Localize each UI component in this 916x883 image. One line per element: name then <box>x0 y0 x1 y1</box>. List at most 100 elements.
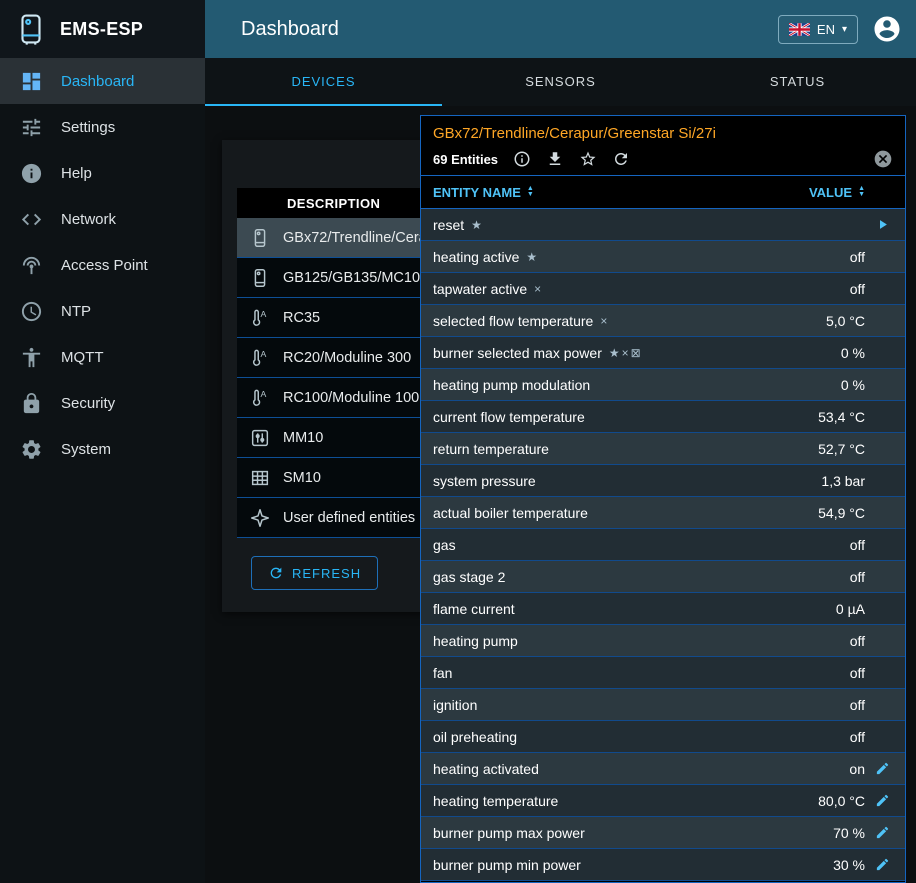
sidebar-item-label: Dashboard <box>61 73 134 90</box>
sidebar-item-network[interactable]: Network <box>0 196 205 242</box>
entity-row-return-temperature[interactable]: return temperature 52,7 °C <box>421 433 905 465</box>
device-name: MM10 <box>283 430 323 446</box>
entity-row-tapwater-active[interactable]: tapwater active×off <box>421 273 905 305</box>
device-name: RC35 <box>283 310 320 326</box>
svg-text:A: A <box>260 349 266 359</box>
edit-icon[interactable] <box>865 761 899 776</box>
entity-row-ignition[interactable]: ignitionoff <box>421 689 905 721</box>
sidebar-item-label: Network <box>61 211 116 228</box>
device-name: RC100/Moduline 100 <box>283 390 419 406</box>
edit-icon[interactable] <box>865 793 899 808</box>
access-point-icon <box>20 254 43 277</box>
tab-label: DEVICES <box>291 74 355 89</box>
entity-row-flame-current[interactable]: flame current0 µA <box>421 593 905 625</box>
entity-value: 80,0 °C <box>818 793 865 809</box>
entity-row-current-flow-temperature[interactable]: current flow temperature53,4 °C <box>421 401 905 433</box>
star-icon[interactable] <box>579 150 597 168</box>
entity-rows: reset★heating active★offtapwater active×… <box>421 209 905 882</box>
sort-entity-name[interactable]: ▲▼ <box>527 186 534 198</box>
sidebar-item-dashboard[interactable]: Dashboard <box>0 58 205 104</box>
device-name: User defined entities <box>283 510 415 526</box>
refresh-button[interactable]: REFRESH <box>251 556 378 590</box>
tune-icon <box>20 116 43 139</box>
entity-value: 54,9 °C <box>818 505 865 521</box>
download-icon[interactable] <box>546 150 564 168</box>
entity-name: gas stage 2 <box>433 569 505 585</box>
sidebar-item-mqtt[interactable]: MQTT <box>0 334 205 380</box>
entity-name: heating active <box>433 249 519 265</box>
entity-value: off <box>850 729 865 745</box>
lock-icon <box>20 392 43 415</box>
account-icon[interactable] <box>872 14 902 44</box>
device-name: GBx72/Trendline/Cera <box>283 230 427 246</box>
entity-row-burner-pump-max-power[interactable]: burner pump max power 70 % <box>421 817 905 849</box>
entity-name: return temperature <box>433 441 549 457</box>
entity-row-selected-flow-temperature[interactable]: selected flow temperature×5,0 °C <box>421 305 905 337</box>
entity-row-heating-active[interactable]: heating active★off <box>421 241 905 273</box>
entity-value: off <box>850 633 865 649</box>
tab-sensors[interactable]: SENSORS <box>442 58 679 106</box>
info-icon <box>20 162 43 185</box>
entity-value: 30 % <box>833 857 865 873</box>
entity-name: burner selected max power <box>433 345 602 361</box>
entity-value: 70 % <box>833 825 865 841</box>
entity-value: 52,7 °C <box>818 441 865 457</box>
entity-flag-icons: × <box>534 282 543 296</box>
refresh-entities-icon[interactable] <box>612 150 630 168</box>
entity-name: heating temperature <box>433 793 558 809</box>
entity-row-heating-pump-modulation[interactable]: heating pump modulation0 % <box>421 369 905 401</box>
sidebar: EMS-ESP DashboardSettingsHelpNetworkAcce… <box>0 0 205 883</box>
device-name: RC20/Moduline 300 <box>283 350 411 366</box>
sidebar-item-system[interactable]: System <box>0 426 205 472</box>
sidebar-item-security[interactable]: Security <box>0 380 205 426</box>
entity-value: off <box>850 537 865 553</box>
entity-value: off <box>850 249 865 265</box>
entities-count: 69 Entities <box>433 152 498 167</box>
sidebar-item-help[interactable]: Help <box>0 150 205 196</box>
sidebar-item-label: Settings <box>61 119 115 136</box>
entity-name: gas <box>433 537 456 553</box>
entity-name: heating pump modulation <box>433 377 590 393</box>
entity-row-system-pressure[interactable]: system pressure1,3 bar <box>421 465 905 497</box>
mqtt-icon <box>20 346 43 369</box>
boiler-logo-icon <box>14 12 48 46</box>
sidebar-item-label: Help <box>61 165 92 182</box>
sidebar-item-access-point[interactable]: Access Point <box>0 242 205 288</box>
entity-row-burner-pump-min-power[interactable]: burner pump min power30 % <box>421 849 905 881</box>
sidebar-item-settings[interactable]: Settings <box>0 104 205 150</box>
entity-row-reset[interactable]: reset★ <box>421 209 905 241</box>
edit-icon[interactable] <box>865 825 899 840</box>
tab-devices[interactable]: DEVICES <box>205 58 442 106</box>
close-icon[interactable] <box>873 149 893 169</box>
entity-row-fan[interactable]: fanoff <box>421 657 905 689</box>
custom-icon <box>237 507 283 529</box>
entity-name: burner pump max power <box>433 825 585 841</box>
language-label: EN <box>817 22 835 37</box>
sidebar-item-label: NTP <box>61 303 91 320</box>
entity-name: oil preheating <box>433 729 517 745</box>
entity-value: 1,3 bar <box>821 473 865 489</box>
page-title: Dashboard <box>241 18 778 41</box>
language-selector[interactable]: EN ▾ <box>778 15 858 44</box>
entity-row-burner-selected-max-power[interactable]: burner selected max power★×⊠0 % <box>421 337 905 369</box>
entity-row-gas[interactable]: gas off <box>421 529 905 561</box>
header: Dashboard EN ▾ <box>205 0 916 58</box>
edit-icon[interactable] <box>865 857 899 872</box>
entity-row-heating-temperature[interactable]: heating temperature 80,0 °C <box>421 785 905 817</box>
entity-row-gas-stage-2[interactable]: gas stage 2off <box>421 561 905 593</box>
entity-row-heating-activated[interactable]: heating activatedon <box>421 753 905 785</box>
device-name: GB125/GB135/MC10 <box>283 270 420 286</box>
tab-status[interactable]: STATUS <box>679 58 916 106</box>
info-icon[interactable] <box>513 150 531 168</box>
entity-value: off <box>850 697 865 713</box>
entity-row-oil-preheating[interactable]: oil preheating off <box>421 721 905 753</box>
play-icon[interactable] <box>865 217 899 232</box>
sort-value[interactable]: ▲▼ <box>858 186 865 198</box>
entity-name: actual boiler temperature <box>433 505 588 521</box>
sidebar-item-ntp[interactable]: NTP <box>0 288 205 334</box>
entity-name: current flow temperature <box>433 409 585 425</box>
tab-label: STATUS <box>770 74 825 89</box>
entity-row-heating-pump[interactable]: heating pumpoff <box>421 625 905 657</box>
entity-row-actual-boiler-temperature[interactable]: actual boiler temperature 54,9 °C <box>421 497 905 529</box>
entity-dialog: GBx72/Trendline/Cerapur/Greenstar Si/27i… <box>420 115 906 883</box>
